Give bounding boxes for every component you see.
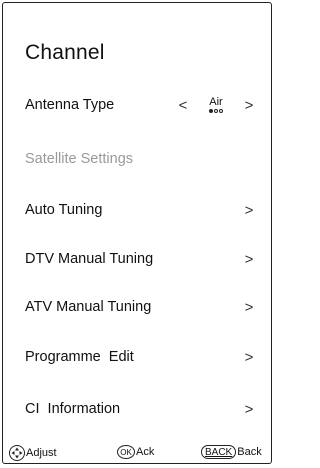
chevron-right-icon: > [244,400,254,418]
chevron-right-icon[interactable]: > [241,97,257,114]
back-hint: BACK Back [201,445,262,459]
atv-manual-tuning-label: ATV Manual Tuning [25,299,152,315]
chevron-left-icon[interactable]: < [175,97,191,114]
auto-tuning-label: Auto Tuning [25,202,103,218]
ok-button-icon: OK [117,445,135,459]
ok-hint: OK Ack [117,445,154,459]
programme-edit-label: Programme Edit [25,349,134,365]
dpad-icon [9,445,25,461]
ok-label: Ack [136,446,155,458]
auto-tuning-item[interactable]: Auto Tuning > [25,197,257,223]
satellite-settings-item: Satellite Settings [25,146,257,172]
chevron-right-icon: > [244,348,254,366]
atv-manual-tuning-item[interactable]: ATV Manual Tuning > [25,294,257,320]
antenna-type-row[interactable]: Antenna Type < Air > [25,92,257,118]
menu-title: Channel [25,41,105,64]
chevron-right-icon: > [244,298,254,316]
channel-menu-panel: Channel Antenna Type < Air > Satellite S… [2,2,272,464]
satellite-settings-label: Satellite Settings [25,151,134,167]
antenna-type-label: Antenna Type [25,97,115,113]
adjust-label: Adjust [26,447,57,459]
dtv-manual-tuning-label: DTV Manual Tuning [25,251,154,267]
adjust-hint: Adjust [9,445,57,461]
antenna-type-value: Air [203,97,229,113]
ci-information-item[interactable]: CI Information > [25,396,257,422]
chevron-right-icon: > [244,201,254,219]
chevron-right-icon: > [244,250,254,268]
back-label: Back [237,446,262,458]
ci-information-label: CI Information [25,401,121,417]
antenna-type-value-text: Air [209,96,223,108]
antenna-page-indicator-icon [209,109,223,113]
footer-hints: Adjust OK Ack BACK Back [3,441,271,465]
back-button-icon: BACK [201,445,237,459]
dtv-manual-tuning-item[interactable]: DTV Manual Tuning > [25,246,257,272]
programme-edit-item[interactable]: Programme Edit > [25,344,257,370]
